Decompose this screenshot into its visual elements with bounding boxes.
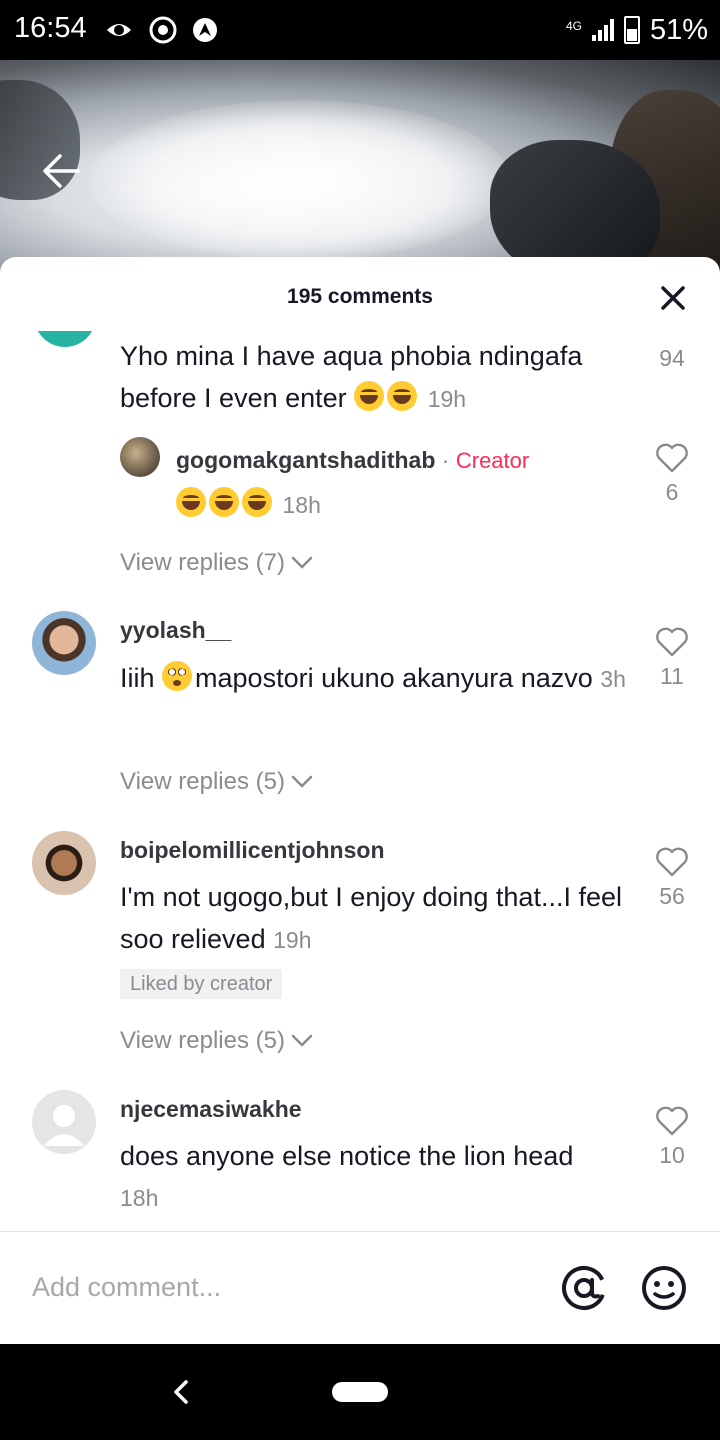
emoji-icon[interactable] xyxy=(640,1264,688,1312)
like-button[interactable]: 11 xyxy=(642,627,702,690)
reply-time: 18h xyxy=(282,492,321,518)
like-count: 56 xyxy=(659,883,685,909)
nav-home-pill[interactable] xyxy=(332,1382,388,1402)
avatar[interactable] xyxy=(32,611,96,675)
like-count: 94 xyxy=(659,345,685,371)
sweat-smile-emoji xyxy=(387,381,418,411)
view-replies-button[interactable]: View replies (5) xyxy=(120,768,313,796)
battery-level: 51% xyxy=(649,13,708,46)
like-count: 11 xyxy=(660,663,684,689)
comment-text: I'm not ugogo,but I enjoy doing that...I… xyxy=(120,882,622,954)
view-replies-button[interactable]: View replies (5) xyxy=(120,1027,313,1055)
like-count: 10 xyxy=(659,1142,685,1168)
comment-time: 19h xyxy=(427,386,467,412)
flushed-emoji xyxy=(162,661,193,691)
at-icon[interactable] xyxy=(560,1264,608,1312)
comment-time: 3h xyxy=(600,666,626,692)
comments-sheet: 195 comments Yho mina I have aqua phobia… xyxy=(0,257,720,1344)
reply-text: 18h xyxy=(176,483,321,526)
avatar[interactable] xyxy=(32,831,96,895)
heart-icon xyxy=(656,627,688,657)
video-backdrop[interactable] xyxy=(0,60,720,280)
chevron-down-icon xyxy=(291,775,313,788)
comment-username[interactable]: boipelomillicentjohnson xyxy=(120,837,385,864)
comment-text: Iiih mapostori ukuno akanyura nazvo 3h xyxy=(120,661,626,693)
comment-username[interactable]: njecemasiwakhe xyxy=(120,1096,302,1123)
comment-input-bar xyxy=(0,1232,720,1344)
like-button[interactable]: 10 xyxy=(642,1106,702,1169)
comment-time: 18h xyxy=(120,1185,159,1211)
add-comment-input[interactable] xyxy=(32,1272,532,1303)
heart-icon xyxy=(656,847,688,877)
chevron-down-icon xyxy=(291,1034,313,1047)
comment-text: does anyone else notice the lion head 18… xyxy=(120,1135,630,1219)
nav-back-icon[interactable] xyxy=(168,1374,192,1410)
signal-icon xyxy=(591,19,614,41)
navigation-icon xyxy=(193,18,217,42)
heart-icon xyxy=(656,1106,688,1136)
chevron-down-icon xyxy=(291,556,313,569)
liked-by-creator-badge: Liked by creator xyxy=(120,969,283,999)
sweat-smile-emoji xyxy=(354,381,385,411)
arrow-left-icon[interactable] xyxy=(38,148,84,194)
status-bar: 16:54 4G 51% xyxy=(0,0,720,60)
comments-count-title: 195 comments xyxy=(287,285,433,308)
network-type: 4G xyxy=(565,19,582,33)
like-count: 6 xyxy=(665,479,679,505)
comment-username[interactable]: yyolash__ xyxy=(120,617,231,644)
status-time: 16:54 xyxy=(14,12,87,44)
joy-emoji xyxy=(176,487,206,517)
default-avatar-icon xyxy=(44,1105,84,1146)
close-icon[interactable] xyxy=(656,281,690,315)
chrome-icon xyxy=(149,16,177,44)
system-nav-bar xyxy=(0,1344,720,1440)
avatar[interactable] xyxy=(120,437,160,477)
avatar[interactable] xyxy=(34,331,96,347)
like-button[interactable]: 56 xyxy=(642,847,702,910)
heart-icon xyxy=(656,443,688,473)
camera-icon xyxy=(107,24,131,36)
joy-emoji xyxy=(242,487,272,517)
sweat-smile-emoji xyxy=(209,487,239,517)
creator-badge: Creator xyxy=(455,448,530,473)
battery-icon xyxy=(623,16,640,44)
comment-text: Yho mina I have aqua phobia ndingafa bef… xyxy=(120,341,583,413)
avatar[interactable] xyxy=(32,1090,96,1154)
comment-time: 19h xyxy=(273,927,312,953)
comments-list[interactable]: Yho mina I have aqua phobia ndingafa bef… xyxy=(0,331,720,1231)
reply-username-line: gogomakgantshadithab · Creator xyxy=(176,447,530,473)
view-replies-button[interactable]: View replies (7) xyxy=(120,549,313,577)
like-button[interactable]: 6 xyxy=(642,443,702,506)
